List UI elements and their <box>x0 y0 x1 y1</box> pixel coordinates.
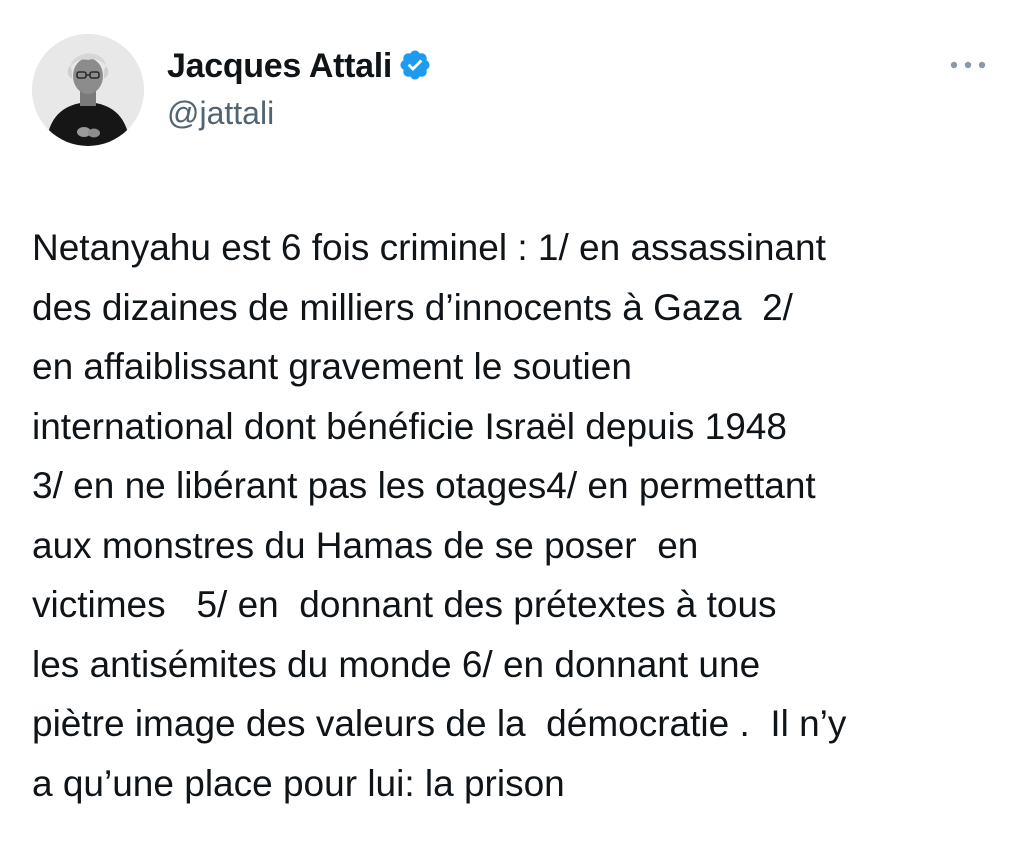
tweet-text-line: a qu’une place pour lui: la prison <box>32 762 565 804</box>
tweet-text-line: piètre image des valeurs de la démocrati… <box>32 703 847 744</box>
verified-badge-icon <box>400 50 430 80</box>
tweet-text-line: les antisémites du monde 6/ en donnant u… <box>32 643 761 685</box>
tweet-text-line: Netanyahu est 6 fois criminel : 1/ en as… <box>32 227 826 268</box>
avatar-photo-icon <box>32 34 144 146</box>
more-options-icon <box>950 61 986 69</box>
tweet-text-line: aux monstres du Hamas de se poser en <box>32 524 699 566</box>
tweet-text-line: des dizaines de milliers d’innocents à G… <box>32 286 793 328</box>
tweet-text-line: international dont bénéficie Israël depu… <box>32 405 787 447</box>
tweet-text: Netanyahu est 6 fois criminel : 1/ en as… <box>32 218 1007 813</box>
more-options-button[interactable] <box>940 50 996 80</box>
author-avatar[interactable] <box>32 34 144 146</box>
tweet: Jacques Attali @jattali Netanyahu est 6 … <box>0 0 1024 855</box>
author-name[interactable]: Jacques Attali <box>167 44 432 88</box>
tweet-text-line: victimes 5/ en donnant des prétextes à t… <box>32 584 777 625</box>
author-handle[interactable]: @jattali <box>167 92 274 134</box>
tweet-text-line: en affaiblissant gravement le soutien <box>32 346 632 387</box>
tweet-text-line: 3/ en ne libérant pas les otages4/ en pe… <box>32 465 816 506</box>
author-name-text[interactable]: Jacques Attali <box>167 47 392 85</box>
